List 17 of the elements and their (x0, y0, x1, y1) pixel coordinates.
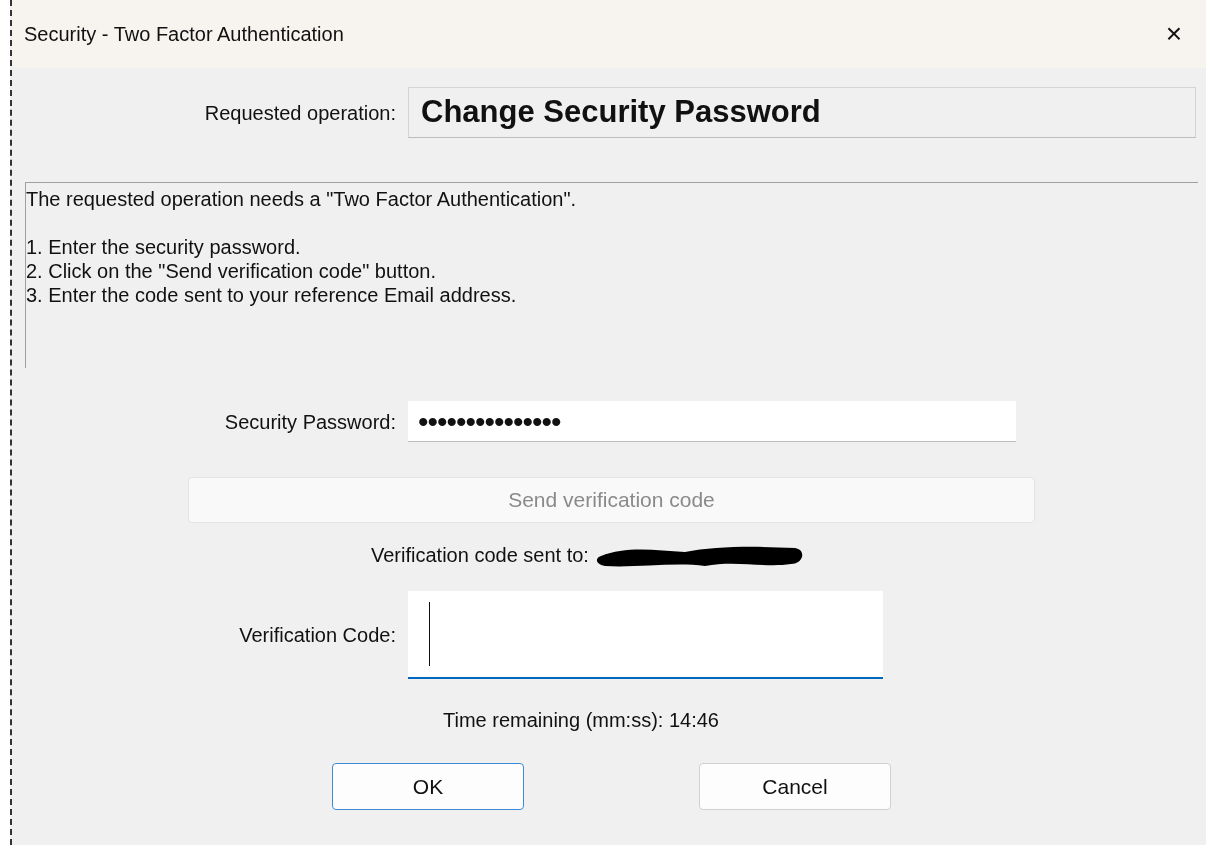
field-label: Requested operation: (203, 100, 397, 126)
field-label: Security Password: (223, 409, 397, 435)
field-label: Verification Code: (238, 623, 397, 648)
step-text: 1. Enter the security password. (26, 235, 302, 259)
close-button[interactable]: × (1157, 20, 1190, 48)
info-text: The requested operation needs a "Two Factor Authentication". (26, 187, 578, 211)
operation-value: Change Security Password (408, 87, 1196, 138)
time-remaining-text: Time remaining (mm:ss): 14:46 (443, 709, 719, 731)
dialog-button[interactable]: OK (332, 763, 524, 810)
sent-to-label: Verification code sent to: (371, 543, 589, 568)
verification-code-field[interactable] (408, 591, 883, 679)
text-cursor (429, 602, 430, 666)
step-text: 3. Enter the code sent to your reference Email address. (26, 283, 518, 307)
dialog-button[interactable]: Cancel (699, 763, 891, 810)
window-title: Security - Two Factor Authentication (24, 22, 344, 47)
step-text: 2. Click on the "Send verification code" button. (26, 259, 437, 283)
password-field[interactable]: ••••••••••••••• (408, 401, 1016, 442)
